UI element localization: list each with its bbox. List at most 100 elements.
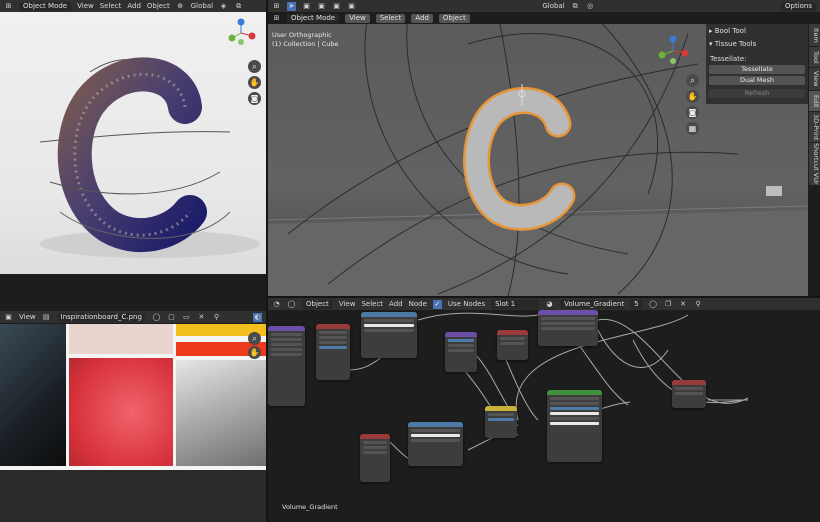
select-box-icon[interactable]: ▣: [302, 2, 311, 11]
node-mapping[interactable]: [316, 324, 350, 380]
display-channels-icon[interactable]: ◐: [253, 312, 262, 322]
node-math-b[interactable]: [497, 330, 528, 360]
fake-user-icon[interactable]: ◯: [152, 313, 161, 322]
mode-dropdown[interactable]: Object Mode: [19, 1, 72, 11]
transform-orientation-label[interactable]: Global: [191, 2, 213, 10]
pivot-icon[interactable]: ◈: [219, 2, 228, 11]
close-icon[interactable]: ✕: [679, 300, 688, 309]
menu-object[interactable]: Object: [147, 2, 170, 10]
camera-icon[interactable]: ◙: [248, 92, 261, 105]
zoom-icon[interactable]: ⌕: [248, 332, 261, 345]
node-math-a[interactable]: [445, 332, 477, 372]
tab-item[interactable]: Item: [809, 24, 820, 47]
horizontal-divider-left[interactable]: [0, 274, 266, 311]
menu-add[interactable]: Add: [127, 2, 141, 10]
node-purple-left[interactable]: [268, 326, 305, 406]
image-name-field[interactable]: Inspirationboard_C.png: [56, 312, 146, 322]
open-image-icon[interactable]: ▭: [182, 313, 191, 322]
use-nodes-checkbox[interactable]: ✓: [432, 299, 442, 309]
refresh-button[interactable]: Refresh: [709, 89, 805, 98]
menu-add[interactable]: Add: [411, 13, 433, 23]
transform-orientation-label[interactable]: Global: [542, 2, 564, 10]
grid-icon[interactable]: ▦: [686, 122, 699, 135]
menu-select[interactable]: Select: [361, 300, 383, 308]
pin-icon[interactable]: ⚲: [212, 313, 221, 322]
vertical-divider[interactable]: [266, 0, 268, 522]
tab-3d-print[interactable]: 3D-Print: [809, 112, 820, 143]
material-browse-icon[interactable]: ◕: [545, 300, 554, 309]
node-canvas[interactable]: Volume_Gradient: [268, 310, 820, 522]
rendered-letter-c: [39, 57, 260, 258]
swatch-espresso-machine: [176, 360, 266, 466]
pin-icon[interactable]: ⚲: [694, 300, 703, 309]
image-browse-icon[interactable]: ▤: [42, 313, 51, 322]
tab-shortcut-vur[interactable]: Shortcut VUr: [809, 143, 820, 186]
navigation-gizmo[interactable]: [656, 34, 690, 68]
node-material-output[interactable]: [672, 380, 706, 408]
tessellate-label: Tessellate:: [710, 55, 747, 63]
tissue-tools-section[interactable]: ▾ Tissue Tools: [709, 40, 756, 48]
material-user-count[interactable]: 5: [630, 299, 643, 309]
render-viewport[interactable]: ⌕ ✋ ◙: [0, 12, 266, 274]
menu-view[interactable]: View: [339, 300, 356, 308]
tab-tool[interactable]: Tool: [809, 47, 820, 68]
editor-type-icon[interactable]: ⊞: [4, 2, 13, 11]
fake-user-icon[interactable]: ◯: [649, 300, 658, 309]
select-tool-icon[interactable]: ➤: [287, 1, 296, 11]
proportional-edit-icon[interactable]: ◎: [586, 2, 595, 11]
duplicate-material-icon[interactable]: ❐: [664, 300, 673, 309]
swatch-pink: [69, 324, 173, 354]
left-viewport-header: ⊞ Object Mode View Select Add Object ⊕ G…: [0, 0, 266, 12]
node-colorramp-bottom[interactable]: [408, 422, 463, 466]
right-viewport-header: ⊞ ➤ ▣ ▣ ▣ ▣ Global ⧉ ◎ Options: [268, 0, 820, 12]
zoom-icon[interactable]: ⌕: [686, 74, 699, 87]
node-mix-yellow[interactable]: [485, 406, 517, 438]
menu-select[interactable]: Select: [100, 2, 122, 10]
navigation-gizmo[interactable]: [226, 18, 256, 48]
node-texture-top[interactable]: [538, 310, 598, 346]
editor-type-icon[interactable]: ◔: [272, 300, 281, 309]
camera-icon[interactable]: ◙: [686, 106, 699, 119]
hand-icon[interactable]: ✋: [248, 76, 261, 89]
editor-type-icon[interactable]: ⊞: [272, 14, 281, 23]
mode-dropdown[interactable]: Object Mode: [287, 13, 340, 23]
image-editor-empty: [0, 470, 266, 522]
reference-image[interactable]: ⌕ ✋: [0, 324, 266, 470]
menu-select[interactable]: Select: [375, 13, 406, 23]
menu-add[interactable]: Add: [389, 300, 403, 308]
node-colorramp-top[interactable]: [361, 312, 417, 358]
menu-node[interactable]: Node: [409, 300, 427, 308]
menu-view[interactable]: View: [345, 13, 370, 23]
zoom-icon[interactable]: ⌕: [248, 60, 261, 73]
editor-type-icon[interactable]: ▣: [4, 313, 13, 322]
select-subtract-icon[interactable]: ▣: [332, 2, 341, 11]
swatch-dark-photo: [0, 324, 66, 466]
viewport-sub-header: ⊞ Object Mode View Select Add Object: [268, 12, 708, 24]
tessellate-button[interactable]: Tessellate: [709, 65, 805, 74]
options-dropdown[interactable]: Options: [781, 1, 817, 11]
dual-mesh-button[interactable]: Dual Mesh: [709, 76, 805, 85]
select-extend-icon[interactable]: ▣: [317, 2, 326, 11]
editor-type-icon[interactable]: ⊞: [272, 2, 281, 11]
slot-dropdown[interactable]: Slot 1: [491, 299, 540, 309]
new-image-icon[interactable]: ▢: [167, 313, 176, 322]
menu-view[interactable]: View: [19, 313, 36, 321]
hand-icon[interactable]: ✋: [686, 90, 699, 103]
select-invert-icon[interactable]: ▣: [347, 2, 356, 11]
menu-view[interactable]: View: [77, 2, 94, 10]
node-principled-volume[interactable]: [547, 390, 602, 462]
close-icon[interactable]: ✕: [197, 313, 206, 322]
shader-type-icon[interactable]: ◯: [287, 300, 296, 309]
transform-orientation-icon[interactable]: ⊕: [176, 2, 185, 11]
tab-edit[interactable]: Edit: [809, 91, 820, 112]
horizontal-divider-right[interactable]: [268, 296, 820, 298]
snap-icon[interactable]: ⧉: [571, 2, 580, 11]
bool-tool-section[interactable]: ▸ Bool Tool: [709, 27, 746, 35]
menu-object[interactable]: Object: [438, 13, 470, 23]
material-name-field[interactable]: Volume_Gradient: [560, 299, 624, 309]
tab-view[interactable]: View: [809, 68, 820, 91]
hand-icon[interactable]: ✋: [248, 346, 261, 359]
shader-type-dropdown[interactable]: Object: [302, 299, 333, 309]
snap-icon[interactable]: ⧉: [234, 2, 243, 11]
node-gradient-texture[interactable]: [360, 434, 390, 482]
